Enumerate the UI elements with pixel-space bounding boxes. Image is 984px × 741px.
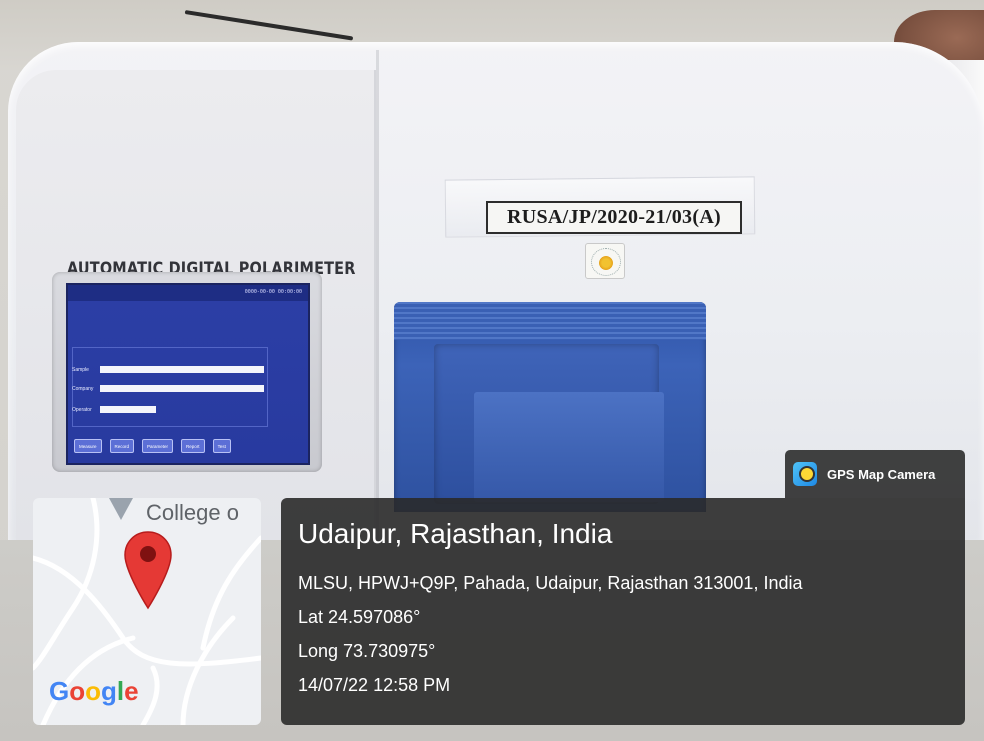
location-address: MLSU, HPWJ+Q9P, Pahada, Udaipur, Rajasth… bbox=[298, 573, 803, 593]
sun-icon bbox=[599, 256, 613, 270]
map-place-label: College o bbox=[146, 500, 239, 525]
google-logo: Google bbox=[49, 676, 139, 706]
sample-input[interactable] bbox=[100, 366, 264, 373]
location-datetime: 14/07/22 12:58 PM bbox=[298, 675, 451, 695]
sample-label: Sample bbox=[72, 366, 89, 373]
company-input[interactable] bbox=[100, 385, 264, 392]
record-button[interactable]: Record bbox=[109, 439, 135, 453]
operator-input[interactable] bbox=[100, 406, 156, 413]
company-field-row: Company bbox=[72, 384, 264, 393]
compartment-lid bbox=[434, 344, 664, 504]
screen-button-row: Measure Record Parameter Report Test bbox=[74, 439, 231, 453]
location-latitude: Lat 24.597086° bbox=[298, 607, 421, 627]
sample-compartment[interactable] bbox=[394, 302, 706, 512]
location-longitude: Long 73.730975° bbox=[298, 641, 436, 661]
company-label: Company bbox=[72, 385, 94, 392]
asset-tag: RUSA/JP/2020-21/03(A) bbox=[486, 201, 742, 234]
operator-field-row: Operator bbox=[72, 405, 156, 414]
location-city: Udaipur, Rajasthan, India bbox=[298, 518, 613, 549]
screen-status-bar: 0000-00-00 00:00:00 bbox=[68, 285, 308, 301]
operator-label: Operator bbox=[72, 406, 92, 413]
sample-field-row: Sample bbox=[72, 365, 264, 374]
test-button[interactable]: Test bbox=[212, 439, 231, 453]
gps-app-badge: GPS Map Camera bbox=[785, 450, 965, 498]
compartment-ridges bbox=[394, 302, 706, 340]
parameter-button[interactable]: Parameter bbox=[142, 439, 174, 453]
measure-button[interactable]: Measure bbox=[74, 439, 102, 453]
map-thumbnail: College o Google bbox=[33, 498, 261, 725]
photo: AUTOMATIC DIGITAL POLARIMETER 0000-00-00… bbox=[0, 0, 984, 741]
map-pin-icon bbox=[124, 531, 172, 610]
screen-time: 0000-00-00 00:00:00 bbox=[244, 289, 302, 295]
report-button[interactable]: Report bbox=[181, 439, 205, 453]
camera-pin-icon bbox=[793, 462, 817, 486]
panel-seam bbox=[376, 50, 379, 540]
location-info-panel: Udaipur, Rajasthan, India MLSU, HPWJ+Q9P… bbox=[281, 498, 965, 725]
gps-app-name: GPS Map Camera bbox=[827, 466, 936, 482]
instrument-screen[interactable]: 0000-00-00 00:00:00 Sample Company Opera… bbox=[66, 283, 310, 465]
seal-sticker bbox=[585, 243, 625, 279]
